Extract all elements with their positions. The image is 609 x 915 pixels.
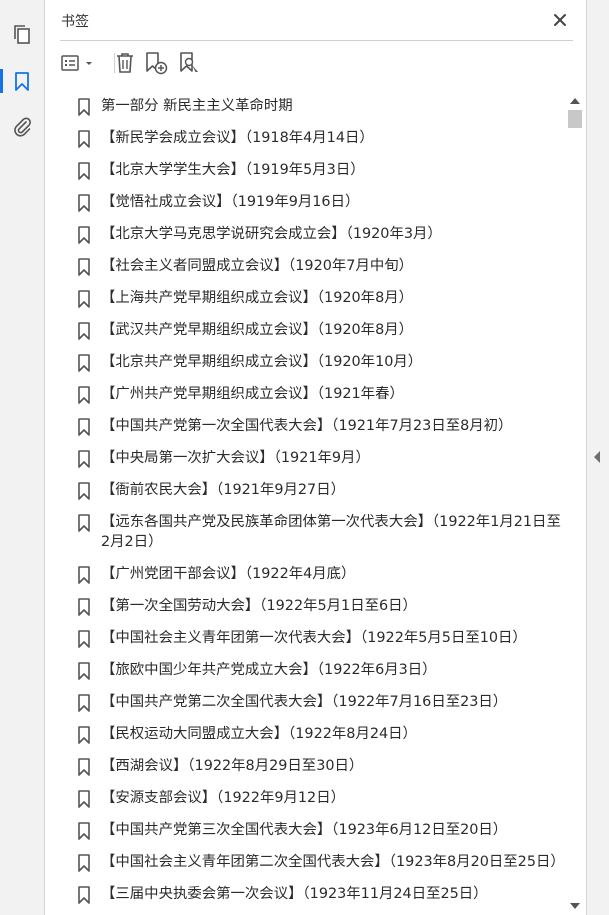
bookmark-icon xyxy=(78,886,90,910)
bookmark-item[interactable]: 【第一次全国劳动大会】（1922年5月1日至6日） xyxy=(57,592,567,624)
bookmark-icon xyxy=(78,98,90,122)
bookmark-item[interactable]: 【安源支部会议】（1922年9月12日） xyxy=(57,784,567,816)
new-bookmark-icon[interactable] xyxy=(143,49,169,77)
bookmark-icon xyxy=(78,854,90,878)
bookmark-icon xyxy=(78,258,90,282)
bookmark-label: 第一部分 新民主主义革命时期 xyxy=(101,98,293,114)
bookmark-icon xyxy=(78,566,90,590)
bookmark-icon xyxy=(78,290,90,314)
bookmark-label: 【觉悟社成立会议】（1919年9月16日） xyxy=(101,194,360,210)
close-icon[interactable] xyxy=(549,9,571,31)
delete-icon[interactable] xyxy=(113,49,137,77)
bookmark-label: 【广州共产党早期组织成立会议】（1921年春） xyxy=(101,386,404,402)
bookmark-item[interactable]: 【中国共产党第二次全国代表大会】（1922年7月16日至23日） xyxy=(57,688,567,720)
bookmark-icon xyxy=(78,790,90,814)
bookmark-icon xyxy=(78,482,90,506)
bookmark-search-icon[interactable] xyxy=(177,49,203,77)
bookmarks-toolbar xyxy=(60,47,260,79)
bookmark-icon xyxy=(78,694,90,718)
bookmark-label: 【民权运动大同盟成立大会】（1922年8月24日） xyxy=(101,726,417,742)
bookmark-icon xyxy=(78,418,90,442)
bookmark-item[interactable]: 【觉悟社成立会议】（1919年9月16日） xyxy=(57,188,567,220)
bookmark-icon xyxy=(78,726,90,750)
bookmark-icon xyxy=(78,758,90,782)
bookmark-icon xyxy=(78,226,90,250)
attachment-icon[interactable] xyxy=(8,112,36,140)
bookmark-label: 【新民学会成立会议】（1918年4月14日） xyxy=(101,130,374,146)
bookmark-label: 【中国共产党第一次全国代表大会】（1921年7月23日至8月初） xyxy=(101,418,513,434)
bookmark-item[interactable]: 【上海共产党早期组织成立会议】（1920年8月） xyxy=(57,284,567,316)
bookmark-icon[interactable] xyxy=(0,67,36,95)
bookmark-label: 【北京共产党早期组织成立会议】（1920年10月） xyxy=(101,354,423,370)
bookmark-label: 【安源支部会议】（1922年9月12日） xyxy=(101,790,345,806)
bookmark-icon xyxy=(78,130,90,154)
bookmark-label: 【中国社会主义青年团第二次全国代表大会】（1923年8月20日至25日） xyxy=(101,854,565,870)
scroll-down-arrow[interactable] xyxy=(570,903,580,909)
bookmark-icon xyxy=(78,162,90,186)
bookmark-list: 第一部分 新民主主义革命时期【新民学会成立会议】（1918年4月14日） 【北京大… xyxy=(57,92,567,915)
bookmark-label: 【远东各国共产党及民族革命团体第一次代表大会】（1922年1月21日至2月2日） xyxy=(101,514,561,550)
bookmark-item[interactable]: 【北京共产党早期组织成立会议】（1920年10月） xyxy=(57,348,567,380)
bookmark-label: 【广州党团干部会议】（1922年4月底） xyxy=(101,566,356,582)
bookmark-label: 【北京大学马克思学说研究会成立会】（1920年3月） xyxy=(101,226,442,242)
bookmark-icon xyxy=(78,450,90,474)
bookmark-icon xyxy=(78,386,90,410)
scroll-up-arrow[interactable] xyxy=(570,98,580,104)
bookmarks-panel: 书签 第一部分 新民主主义革命时期 【新民学会成立会议】（1918年4月14日）… xyxy=(45,0,586,915)
bookmark-label: 【中国共产党第二次全国代表大会】（1922年7月16日至23日） xyxy=(101,694,508,710)
bookmark-label: 【西湖会议】（1922年8月29日至30日） xyxy=(101,758,364,774)
bookmark-label: 【北京大学学生大会】（1919年5月3日） xyxy=(101,162,365,178)
bookmark-label: 【中国社会主义青年团第一次代表大会】（1922年5月5日至10日） xyxy=(101,630,527,646)
bookmark-item[interactable]: 第一部分 新民主主义革命时期 xyxy=(57,92,567,124)
bookmark-item[interactable]: 【中国共产党第三次全国代表大会】（1923年6月12日至20日） xyxy=(57,816,567,848)
bookmark-item[interactable]: 【广州党团干部会议】（1922年4月底） xyxy=(57,560,567,592)
collapse-panel-arrow[interactable] xyxy=(594,451,600,463)
panel-header: 书签 xyxy=(60,10,573,41)
bookmark-item[interactable]: 【中国社会主义青年团第一次代表大会】（1922年5月5日至10日） xyxy=(57,624,567,656)
bookmark-label: 【中央局第一次扩大会议】（1921年9月） xyxy=(101,450,370,466)
options-menu-icon[interactable] xyxy=(60,49,98,77)
bookmark-label: 【第一次全国劳动大会】（1922年5月1日至6日） xyxy=(101,598,417,614)
bookmark-item[interactable]: 【中国共产党第一次全国代表大会】（1921年7月23日至8月初） xyxy=(57,412,567,444)
bookmark-label: 【中国共产党第三次全国代表大会】（1923年6月12日至20日） xyxy=(101,822,508,838)
bookmark-item[interactable]: 【北京大学马克思学说研究会成立会】（1920年3月） xyxy=(57,220,567,252)
panel-title: 书签 xyxy=(61,14,89,30)
bookmark-item[interactable]: 【新民学会成立会议】（1918年4月14日） xyxy=(57,124,567,156)
bookmark-icon xyxy=(78,598,90,622)
bookmark-item[interactable]: 【西湖会议】（1922年8月29日至30日） xyxy=(57,752,567,784)
bookmark-item[interactable]: 【三届中央执委会第一次会议】（1923年11月24日至25日） xyxy=(57,880,567,912)
bookmark-icon xyxy=(78,514,90,538)
bookmark-label: 【旅欧中国少年共产党成立大会】（1922年6月3日） xyxy=(101,662,437,678)
collapse-strip xyxy=(586,0,609,915)
scrollbar-thumb[interactable] xyxy=(568,110,582,128)
navigation-sidebar xyxy=(0,0,45,915)
bookmark-label: 【衙前农民大会】（1921年9月27日） xyxy=(101,482,345,498)
bookmark-label: 【上海共产党早期组织成立会议】（1920年8月） xyxy=(101,290,414,306)
bookmark-item[interactable]: 【广州共产党早期组织成立会议】（1921年春） xyxy=(57,380,567,412)
bookmark-item[interactable]: 【中央局第一次扩大会议】（1921年9月） xyxy=(57,444,567,476)
bookmark-item[interactable]: 【社会主义者同盟成立会议】（1920年7月中旬） xyxy=(57,252,567,284)
bookmark-icon xyxy=(78,354,90,378)
bookmark-label: 【社会主义者同盟成立会议】（1920年7月中旬） xyxy=(101,258,414,274)
bookmark-item[interactable]: 【衙前农民大会】（1921年9月27日） xyxy=(57,476,567,508)
bookmark-item[interactable]: 【中国社会主义青年团第二次全国代表大会】（1923年8月20日至25日） xyxy=(57,848,567,880)
bookmark-item[interactable]: 【武汉共产党早期组织成立会议】（1920年8月） xyxy=(57,316,567,348)
bookmark-icon xyxy=(78,194,90,218)
bookmark-item[interactable]: 【民权运动大同盟成立大会】（1922年8月24日） xyxy=(57,720,567,752)
bookmark-label: 【三届中央执委会第一次会议】（1923年11月24日至25日） xyxy=(101,886,488,902)
bookmark-icon xyxy=(78,322,90,346)
bookmark-icon xyxy=(78,630,90,654)
bookmark-item[interactable]: 【北京大学学生大会】（1919年5月3日） xyxy=(57,156,567,188)
bookmark-icon xyxy=(78,822,90,846)
vertical-scrollbar[interactable] xyxy=(567,92,582,915)
bookmark-icon xyxy=(78,662,90,686)
bookmark-item[interactable]: 【远东各国共产党及民族革命团体第一次代表大会】（1922年1月21日至2月2日） xyxy=(57,508,567,560)
bookmark-label: 【武汉共产党早期组织成立会议】（1920年8月） xyxy=(101,322,414,338)
bookmark-item[interactable]: 【旅欧中国少年共产党成立大会】（1922年6月3日） xyxy=(57,656,567,688)
pages-icon[interactable] xyxy=(8,20,36,48)
